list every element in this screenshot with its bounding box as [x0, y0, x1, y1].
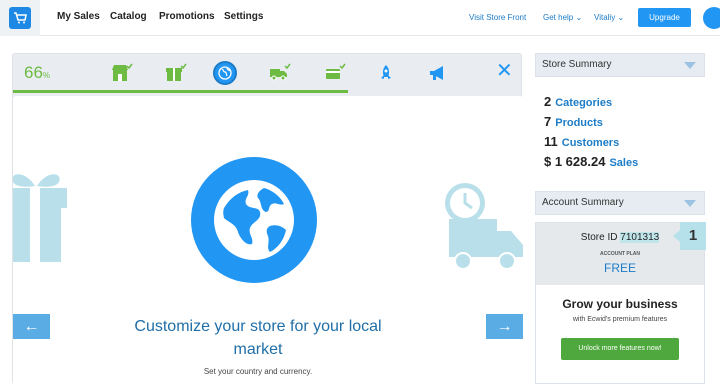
user-name: Vitaliy	[594, 13, 616, 22]
stat-categories: 2 Categories	[544, 94, 612, 109]
gift-illustration-icon	[13, 174, 67, 262]
account-plan-label: ACCOUNT PLAN	[600, 251, 640, 257]
nav-my-sales[interactable]: My Sales	[57, 0, 100, 36]
setup-wizard: 66% ✕ ← → Customize your store for your …	[12, 53, 523, 385]
rocket-icon[interactable]	[375, 63, 397, 83]
gift-icon[interactable]	[165, 63, 187, 83]
wizard-step-subtitle: Set your country and currency.	[203, 367, 313, 376]
prev-arrow-button[interactable]: ←	[13, 314, 50, 339]
stat-count: 11	[544, 134, 558, 149]
categories-link[interactable]: Categories	[555, 97, 612, 109]
account-plan-value: FREE	[603, 261, 636, 275]
store-icon[interactable]	[111, 63, 133, 83]
globe-icon[interactable]	[213, 61, 237, 85]
progress-percent: 66%	[24, 63, 50, 83]
progress-value: 66	[24, 63, 43, 82]
stat-sales: $ 1 628.24 Sales	[544, 154, 638, 169]
chevron-down-icon: ⌄	[617, 13, 625, 22]
grow-title: Grow your business	[562, 297, 678, 311]
store-id-value[interactable]: 7101313	[620, 232, 660, 243]
sales-link[interactable]: Sales	[609, 157, 638, 169]
collapse-triangle-icon	[684, 62, 696, 69]
wizard-header: 66% ✕	[13, 54, 523, 93]
wizard-card: ← → Customize your store for your local …	[13, 96, 523, 385]
progress-bar	[13, 90, 348, 93]
delivery-illustration-icon	[445, 183, 523, 270]
stat-count: $ 1 628.24	[544, 154, 606, 169]
account-summary-header[interactable]: Account Summary	[535, 191, 705, 215]
unlock-features-button[interactable]: Unlock more features now!	[561, 338, 679, 360]
wizard-step-title: Customize your store for your local mark…	[134, 318, 382, 358]
store-summary-title: Store Summary	[542, 59, 612, 70]
top-bar: My Sales Catalog Promotions Settings Vis…	[0, 0, 720, 36]
get-help-label: Get help	[543, 13, 574, 22]
truck-icon[interactable]	[269, 63, 291, 83]
close-icon[interactable]: ✕	[496, 61, 513, 81]
megaphone-icon[interactable]	[427, 63, 449, 83]
nav-settings[interactable]: Settings	[224, 0, 263, 36]
user-menu[interactable]: Vitaliy ⌄	[594, 0, 624, 36]
chevron-down-icon: ⌄	[575, 13, 583, 22]
products-link[interactable]: Products	[555, 117, 603, 129]
arrow-right-icon: →	[496, 317, 513, 335]
stat-count: 7	[544, 114, 552, 129]
stat-customers: 11 Customers	[544, 134, 619, 149]
grow-subtitle: with Ecwid's premium features	[572, 316, 668, 323]
percent-sign: %	[42, 71, 51, 80]
ecwid-logo[interactable]	[0, 0, 40, 36]
nav-catalog[interactable]: Catalog	[110, 0, 147, 36]
nav-promotions[interactable]: Promotions	[159, 0, 215, 36]
upgrade-button[interactable]: Upgrade	[638, 8, 691, 27]
customers-link[interactable]: Customers	[562, 137, 619, 149]
arrow-left-icon: ←	[23, 317, 40, 335]
store-id-label: Store ID	[580, 232, 618, 243]
collapse-triangle-icon	[684, 200, 696, 207]
callout-badge: 1	[673, 222, 706, 250]
next-arrow-button[interactable]: →	[486, 314, 523, 339]
card-icon[interactable]	[324, 63, 346, 83]
account-summary-title: Account Summary	[542, 197, 624, 208]
get-help-menu[interactable]: Get help ⌄	[543, 0, 582, 36]
cart-icon	[9, 7, 31, 29]
globe-illustration-icon	[191, 157, 317, 283]
avatar[interactable]	[703, 7, 720, 29]
stat-products: 7 Products	[544, 114, 603, 129]
visit-store-link[interactable]: Visit Store Front	[469, 0, 526, 36]
stat-count: 2	[544, 94, 552, 109]
store-summary-header[interactable]: Store Summary	[535, 53, 705, 77]
